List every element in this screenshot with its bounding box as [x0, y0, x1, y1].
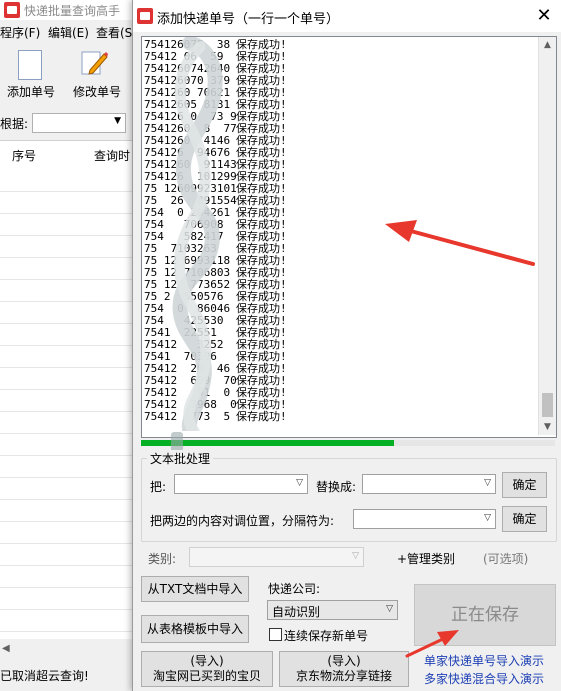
optional-label: (可选项): [483, 552, 529, 566]
table-row[interactable]: [0, 411, 140, 434]
red-arrow-annotation-2: [405, 630, 459, 658]
scroll-left-icon[interactable]: ◀: [2, 643, 10, 654]
text-processing-group: [141, 458, 557, 542]
dialog-app-icon: [137, 8, 153, 24]
chevron-down-icon: ▽: [296, 478, 303, 488]
replace-confirm-label: 确定: [512, 478, 537, 492]
main-window: 快递批量查询高手 程序(F) 编辑(E) 查看(S 添加单号 修改单号 根据: …: [0, 0, 141, 691]
table-row[interactable]: [0, 609, 140, 632]
add-number-label: 添加单号: [6, 85, 55, 99]
replace-from-label: 把:: [150, 480, 167, 494]
table-row[interactable]: [0, 433, 140, 456]
menu-edit[interactable]: 编辑(E): [48, 24, 89, 41]
app-icon: [4, 2, 20, 18]
scroll-down-icon[interactable]: ▼: [539, 419, 556, 435]
import-jd-line2: 京东物流分享链接: [295, 669, 392, 683]
table-row[interactable]: [0, 455, 140, 478]
table-row[interactable]: [0, 345, 140, 368]
courier-selected-value: 自动识别: [272, 605, 321, 619]
swap-confirm-label: 确定: [512, 512, 537, 526]
table-row[interactable]: [0, 301, 140, 324]
filter-label: 根据:: [0, 117, 29, 131]
table-row[interactable]: [0, 169, 140, 192]
main-title-bar: 快递批量查询高手: [0, 0, 140, 20]
grid-body: [0, 169, 140, 639]
handwritten-redaction: [172, 37, 223, 431]
horizontal-scrollbar[interactable]: ◀: [0, 641, 140, 659]
import-txt-button[interactable]: 从TXT文档中导入: [141, 576, 249, 602]
import-table-label: 从表格模板中导入: [146, 622, 243, 636]
text-processing-title: 文本批处理: [147, 450, 214, 467]
grid-header: 序号 查询时: [0, 140, 140, 170]
scroll-up-icon[interactable]: ▲: [539, 37, 556, 53]
manage-category-link[interactable]: +管理类别: [397, 550, 455, 567]
table-row[interactable]: [0, 235, 140, 258]
category-combo[interactable]: ▽: [189, 547, 364, 567]
table-row[interactable]: [0, 565, 140, 588]
main-window-title: 快递批量查询高手: [24, 4, 121, 18]
table-row[interactable]: [0, 587, 140, 610]
swap-confirm-button[interactable]: 确定: [502, 506, 547, 532]
import-table-button[interactable]: 从表格模板中导入: [141, 615, 249, 643]
import-taobao-line1: (导入): [190, 654, 224, 668]
table-row[interactable]: [0, 323, 140, 346]
document-icon: [18, 50, 42, 80]
table-row[interactable]: [0, 521, 140, 544]
import-taobao-line2: 淘宝网已买到的宝贝: [152, 669, 261, 683]
replace-confirm-button[interactable]: 确定: [502, 472, 547, 498]
table-row[interactable]: [0, 191, 140, 214]
filter-row: 根据: ▼: [0, 112, 140, 134]
grid-header-time[interactable]: 查询时: [94, 147, 130, 164]
courier-select[interactable]: 自动识别 ▽: [267, 600, 398, 620]
chevron-down-icon: ▽: [484, 478, 491, 488]
chevron-down-icon: ▼: [114, 116, 121, 126]
import-taobao-button[interactable]: (导入) 淘宝网已买到的宝贝: [141, 651, 273, 687]
replace-to-label: 替换成:: [316, 480, 357, 494]
table-row[interactable]: [0, 477, 140, 500]
table-row[interactable]: [0, 213, 140, 236]
menu-program[interactable]: 程序(F): [0, 24, 40, 41]
import-jd-line1: (导入): [327, 654, 361, 668]
table-row[interactable]: [0, 389, 140, 412]
pencil-icon: [81, 51, 108, 75]
scrollbar-thumb[interactable]: [542, 393, 553, 417]
add-number-dialog: 添加快递单号（一行一个单号） ✕ 754126075 38 保存成功! 75412 …: [132, 0, 561, 691]
import-jd-button[interactable]: (导入) 京东物流分享链接: [279, 651, 409, 687]
swap-label: 把两边的内容对调位置，分隔符为:: [150, 514, 335, 528]
replace-from-combo[interactable]: ▽: [174, 474, 308, 494]
status-text: 已取消超云查询!: [0, 669, 89, 683]
table-row[interactable]: [0, 257, 140, 280]
main-menu-bar: 程序(F) 编辑(E) 查看(S: [0, 22, 140, 42]
separator-combo[interactable]: ▽: [353, 509, 496, 529]
category-label: 类别:: [148, 552, 177, 566]
status-bar: 已取消超云查询!: [0, 664, 140, 686]
main-toolbar: 添加单号 修改单号: [0, 46, 140, 106]
edit-number-label: 修改单号: [72, 85, 121, 99]
menu-view[interactable]: 查看(S: [96, 24, 132, 41]
table-row[interactable]: [0, 543, 140, 566]
courier-label: 快递公司:: [268, 582, 321, 596]
filter-select[interactable]: ▼: [32, 113, 126, 133]
replace-to-combo[interactable]: ▽: [362, 474, 496, 494]
continuous-save-checkbox[interactable]: [269, 628, 282, 641]
table-row[interactable]: [0, 499, 140, 522]
edit-number-button[interactable]: 修改单号: [66, 46, 128, 102]
save-progress-bar: [141, 440, 555, 446]
grid-header-index[interactable]: 序号: [12, 147, 36, 164]
close-icon[interactable]: ✕: [532, 4, 556, 28]
redaction-mark: [171, 432, 183, 452]
table-row[interactable]: [0, 367, 140, 390]
continuous-save-label[interactable]: 连续保存新单号: [284, 627, 368, 644]
table-row[interactable]: [0, 279, 140, 302]
chevron-down-icon: ▽: [484, 513, 491, 523]
dialog-title-bar: 添加快递单号（一行一个单号） ✕: [133, 0, 561, 32]
red-arrow-annotation: [385, 220, 535, 266]
dialog-title: 添加快递单号（一行一个单号）: [157, 12, 340, 27]
add-number-button[interactable]: 添加单号: [0, 46, 62, 102]
chevron-down-icon: ▽: [386, 604, 393, 614]
import-txt-label: 从TXT文档中导入: [147, 582, 243, 596]
multi-courier-demo-link[interactable]: 多家快递混合导入演示: [424, 670, 544, 687]
chevron-down-icon: ▽: [352, 551, 359, 561]
log-line-message: 保存成功!: [236, 410, 287, 423]
